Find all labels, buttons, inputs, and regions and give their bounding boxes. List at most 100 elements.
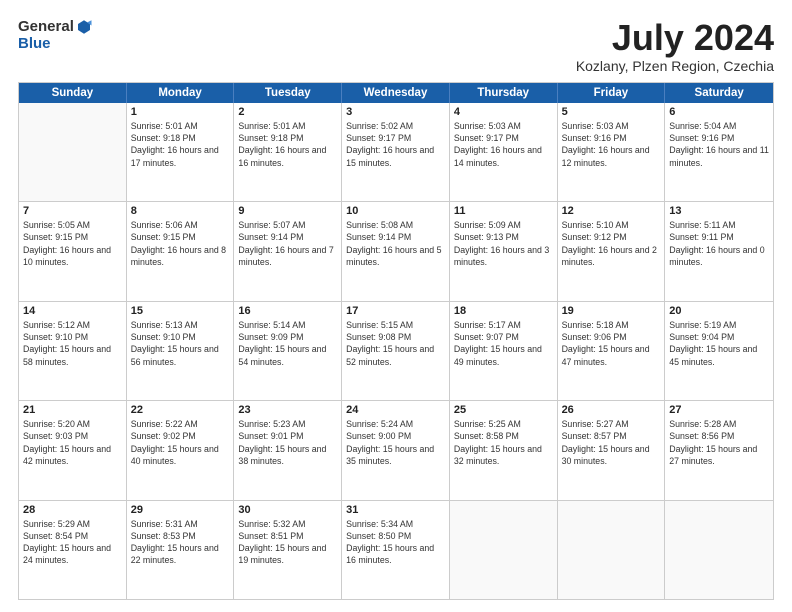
day-number: 22 bbox=[131, 404, 230, 416]
day-cell-3: 3 Sunrise: 5:02 AMSunset: 9:17 PMDaylight… bbox=[342, 103, 450, 201]
day-info: Sunrise: 5:14 AMSunset: 9:09 PMDaylight:… bbox=[238, 319, 337, 368]
day-info: Sunrise: 5:01 AMSunset: 9:18 PMDaylight:… bbox=[131, 120, 230, 169]
day-info: Sunrise: 5:03 AMSunset: 9:17 PMDaylight:… bbox=[454, 120, 553, 169]
day-info: Sunrise: 5:17 AMSunset: 9:07 PMDaylight:… bbox=[454, 319, 553, 368]
day-number: 8 bbox=[131, 205, 230, 217]
day-cell-11: 11Sunrise: 5:09 AMSunset: 9:13 PMDayligh… bbox=[450, 202, 558, 300]
day-cell-28: 28 Sunrise: 5:29 AMSunset: 8:54 PMDayligh… bbox=[19, 501, 127, 599]
day-info: Sunrise: 5:06 AMSunset: 9:15 PMDaylight:… bbox=[131, 219, 230, 268]
day-number: 31 bbox=[346, 504, 445, 516]
week-row-1: 1 Sunrise: 5:01 AMSunset: 9:18 PMDaylight… bbox=[19, 103, 773, 202]
day-info: Sunrise: 5:25 AMSunset: 8:58 PMDaylight:… bbox=[454, 418, 553, 467]
day-number: 7 bbox=[23, 205, 122, 217]
day-cell-19: 19 Sunrise: 5:18 AMSunset: 9:06 PMDayligh… bbox=[558, 302, 666, 400]
day-info: Sunrise: 5:24 AMSunset: 9:00 PMDaylight:… bbox=[346, 418, 445, 467]
day-cell-24: 24 Sunrise: 5:24 AMSunset: 9:00 PMDayligh… bbox=[342, 401, 450, 499]
day-info: Sunrise: 5:13 AMSunset: 9:10 PMDaylight:… bbox=[131, 319, 230, 368]
day-number: 2 bbox=[238, 106, 337, 118]
header: General Blue July 2024 Kozlany, Plzen Re… bbox=[18, 18, 774, 74]
day-info: Sunrise: 5:32 AMSunset: 8:51 PMDaylight:… bbox=[238, 518, 337, 567]
day-info: Sunrise: 5:19 AMSunset: 9:04 PMDaylight:… bbox=[669, 319, 769, 368]
header-day-tuesday: Tuesday bbox=[234, 83, 342, 103]
day-info: Sunrise: 5:04 AMSunset: 9:16 PMDaylight:… bbox=[669, 120, 769, 169]
day-cell-14: 14Sunrise: 5:12 AMSunset: 9:10 PMDayligh… bbox=[19, 302, 127, 400]
day-info: Sunrise: 5:15 AMSunset: 9:08 PMDaylight:… bbox=[346, 319, 445, 368]
day-cell-29: 29Sunrise: 5:31 AMSunset: 8:53 PMDayligh… bbox=[127, 501, 235, 599]
day-number: 12 bbox=[562, 205, 661, 217]
day-info: Sunrise: 5:22 AMSunset: 9:02 PMDaylight:… bbox=[131, 418, 230, 467]
day-number: 19 bbox=[562, 305, 661, 317]
day-info: Sunrise: 5:08 AMSunset: 9:14 PMDaylight:… bbox=[346, 219, 445, 268]
day-info: Sunrise: 5:12 AMSunset: 9:10 PMDaylight:… bbox=[23, 319, 122, 368]
day-cell-23: 23 Sunrise: 5:23 AMSunset: 9:01 PMDayligh… bbox=[234, 401, 342, 499]
day-number: 6 bbox=[669, 106, 769, 118]
empty-cell bbox=[558, 501, 666, 599]
empty-cell bbox=[450, 501, 558, 599]
day-cell-1: 1 Sunrise: 5:01 AMSunset: 9:18 PMDaylight… bbox=[127, 103, 235, 201]
day-cell-26: 26 Sunrise: 5:27 AMSunset: 8:57 PMDayligh… bbox=[558, 401, 666, 499]
day-number: 3 bbox=[346, 106, 445, 118]
day-number: 30 bbox=[238, 504, 337, 516]
day-cell-4: 4 Sunrise: 5:03 AMSunset: 9:17 PMDaylight… bbox=[450, 103, 558, 201]
day-number: 26 bbox=[562, 404, 661, 416]
day-cell-2: 2 Sunrise: 5:01 AMSunset: 9:18 PMDaylight… bbox=[234, 103, 342, 201]
day-cell-27: 27Sunrise: 5:28 AMSunset: 8:56 PMDayligh… bbox=[665, 401, 773, 499]
day-number: 24 bbox=[346, 404, 445, 416]
header-day-saturday: Saturday bbox=[665, 83, 773, 103]
day-number: 5 bbox=[562, 106, 661, 118]
day-number: 15 bbox=[131, 305, 230, 317]
day-info: Sunrise: 5:03 AMSunset: 9:16 PMDaylight:… bbox=[562, 120, 661, 169]
header-day-thursday: Thursday bbox=[450, 83, 558, 103]
header-day-monday: Monday bbox=[127, 83, 235, 103]
day-number: 1 bbox=[131, 106, 230, 118]
day-number: 28 bbox=[23, 504, 122, 516]
logo-text: General Blue bbox=[18, 18, 93, 53]
day-number: 18 bbox=[454, 305, 553, 317]
day-cell-12: 12 Sunrise: 5:10 AMSunset: 9:12 PMDayligh… bbox=[558, 202, 666, 300]
day-number: 4 bbox=[454, 106, 553, 118]
day-cell-17: 17 Sunrise: 5:15 AMSunset: 9:08 PMDayligh… bbox=[342, 302, 450, 400]
day-info: Sunrise: 5:11 AMSunset: 9:11 PMDaylight:… bbox=[669, 219, 769, 268]
day-info: Sunrise: 5:01 AMSunset: 9:18 PMDaylight:… bbox=[238, 120, 337, 169]
day-cell-31: 31 Sunrise: 5:34 AMSunset: 8:50 PMDayligh… bbox=[342, 501, 450, 599]
header-day-friday: Friday bbox=[558, 83, 666, 103]
day-info: Sunrise: 5:28 AMSunset: 8:56 PMDaylight:… bbox=[669, 418, 769, 467]
title-block: July 2024 Kozlany, Plzen Region, Czechia bbox=[576, 18, 774, 74]
day-cell-21: 21Sunrise: 5:20 AMSunset: 9:03 PMDayligh… bbox=[19, 401, 127, 499]
logo-blue: Blue bbox=[18, 36, 93, 53]
subtitle: Kozlany, Plzen Region, Czechia bbox=[576, 58, 774, 74]
week-row-2: 7Sunrise: 5:05 AMSunset: 9:15 PMDaylight… bbox=[19, 202, 773, 301]
day-cell-18: 18 Sunrise: 5:17 AMSunset: 9:07 PMDayligh… bbox=[450, 302, 558, 400]
calendar: SundayMondayTuesdayWednesdayThursdayFrid… bbox=[18, 82, 774, 600]
day-info: Sunrise: 5:10 AMSunset: 9:12 PMDaylight:… bbox=[562, 219, 661, 268]
calendar-body: 1 Sunrise: 5:01 AMSunset: 9:18 PMDaylight… bbox=[19, 103, 773, 599]
day-number: 17 bbox=[346, 305, 445, 317]
empty-cell bbox=[19, 103, 127, 201]
day-cell-25: 25 Sunrise: 5:25 AMSunset: 8:58 PMDayligh… bbox=[450, 401, 558, 499]
day-info: Sunrise: 5:34 AMSunset: 8:50 PMDaylight:… bbox=[346, 518, 445, 567]
day-info: Sunrise: 5:27 AMSunset: 8:57 PMDaylight:… bbox=[562, 418, 661, 467]
day-number: 10 bbox=[346, 205, 445, 217]
calendar-header: SundayMondayTuesdayWednesdayThursdayFrid… bbox=[19, 83, 773, 103]
day-number: 13 bbox=[669, 205, 769, 217]
day-cell-13: 13 Sunrise: 5:11 AMSunset: 9:11 PMDayligh… bbox=[665, 202, 773, 300]
day-number: 9 bbox=[238, 205, 337, 217]
logo-general: General bbox=[18, 19, 74, 36]
day-info: Sunrise: 5:31 AMSunset: 8:53 PMDaylight:… bbox=[131, 518, 230, 567]
day-cell-9: 9Sunrise: 5:07 AMSunset: 9:14 PMDaylight… bbox=[234, 202, 342, 300]
day-info: Sunrise: 5:18 AMSunset: 9:06 PMDaylight:… bbox=[562, 319, 661, 368]
day-number: 21 bbox=[23, 404, 122, 416]
page: General Blue July 2024 Kozlany, Plzen Re… bbox=[0, 0, 792, 612]
day-info: Sunrise: 5:02 AMSunset: 9:17 PMDaylight:… bbox=[346, 120, 445, 169]
week-row-5: 28 Sunrise: 5:29 AMSunset: 8:54 PMDayligh… bbox=[19, 501, 773, 599]
day-info: Sunrise: 5:29 AMSunset: 8:54 PMDaylight:… bbox=[23, 518, 122, 567]
week-row-4: 21Sunrise: 5:20 AMSunset: 9:03 PMDayligh… bbox=[19, 401, 773, 500]
day-number: 11 bbox=[454, 205, 553, 217]
day-cell-20: 20Sunrise: 5:19 AMSunset: 9:04 PMDayligh… bbox=[665, 302, 773, 400]
day-cell-10: 10 Sunrise: 5:08 AMSunset: 9:14 PMDayligh… bbox=[342, 202, 450, 300]
day-number: 25 bbox=[454, 404, 553, 416]
main-title: July 2024 bbox=[576, 18, 774, 58]
day-info: Sunrise: 5:23 AMSunset: 9:01 PMDaylight:… bbox=[238, 418, 337, 467]
day-number: 23 bbox=[238, 404, 337, 416]
day-cell-30: 30 Sunrise: 5:32 AMSunset: 8:51 PMDayligh… bbox=[234, 501, 342, 599]
